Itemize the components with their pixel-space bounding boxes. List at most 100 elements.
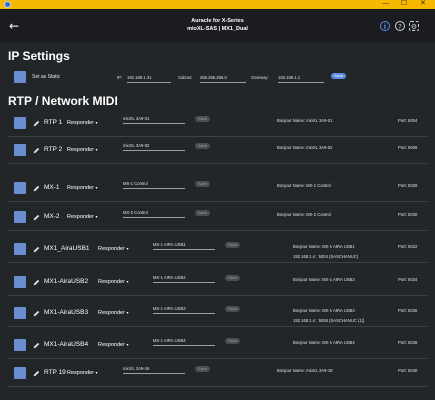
mode-value: Responder [67, 120, 94, 126]
rtp-enable-checkbox[interactable] [14, 117, 26, 129]
rtp-section-title: RTP / Network MIDI [8, 94, 118, 108]
session-save-button[interactable]: Save [225, 242, 241, 248]
bonjour-name: Bonjour Name: MX-1 AIRA USB2 [293, 277, 355, 282]
session-save-button[interactable]: Save [195, 366, 211, 372]
session-save-button[interactable]: Save [225, 338, 241, 344]
rtp-session-name: MX1-AiraUSB2 [44, 278, 89, 285]
port-number: Port: 5038 [398, 340, 418, 345]
rtp-enable-checkbox[interactable] [14, 211, 26, 223]
ip-label: IP: [117, 75, 123, 80]
gear-icon[interactable]: ⚙ [409, 21, 419, 31]
rtp-enable-checkbox[interactable] [14, 182, 26, 194]
app-header: ← Auracle for X-Series mioXL-SAS | MX1_D… [0, 9, 435, 43]
mode-value: Responder [67, 185, 94, 191]
row-divider [8, 163, 427, 164]
session-save-button[interactable]: Save [195, 116, 211, 122]
mode-dropdown[interactable]: Responder ▾ [98, 279, 128, 285]
chevron-down-icon: ▾ [95, 185, 98, 190]
rtp-enable-checkbox[interactable] [14, 339, 26, 351]
mode-value: Responder [67, 214, 94, 220]
row-divider [8, 358, 427, 359]
mode-dropdown[interactable]: Responder ▾ [98, 310, 128, 316]
device-subtitle: mioXL-SAS | MX1_Dual [187, 26, 248, 32]
mode-dropdown[interactable]: Responder ▾ [67, 214, 97, 220]
subnet-input[interactable]: 255.255.255.0 [200, 75, 227, 80]
port-number: Port: 5030 [398, 212, 418, 217]
bonjour-name: Bonjour Name: MX-1 AIRA USB1 [293, 244, 355, 249]
chevron-down-icon: ▾ [95, 147, 98, 152]
close-button[interactable]: ✕ [420, 0, 426, 7]
port-number: Port: 5006 [398, 145, 418, 150]
rtp-session-name: MX-2 [44, 213, 60, 220]
pencil-icon[interactable] [33, 279, 40, 286]
chevron-down-icon: ▾ [126, 246, 129, 251]
app-icon [4, 1, 11, 8]
rtp-session-name: RTP 19 [44, 369, 66, 376]
session-save-button[interactable]: Save [225, 275, 241, 281]
pencil-icon[interactable] [33, 310, 40, 317]
chevron-down-icon: ▾ [95, 214, 98, 219]
session-name-input[interactable]: MX-1 Control [123, 181, 148, 186]
mode-dropdown[interactable]: Responder ▾ [67, 120, 97, 126]
rtp-session-name: RTP 1 [44, 119, 63, 126]
port-number: Port: 5040 [398, 368, 418, 373]
bonjour-name: Bonjour Name: MX-1 Control [277, 183, 331, 188]
pencil-icon[interactable] [33, 185, 40, 192]
bonjour-name: Bonjour Name: MX-1 AIRA USB4 [293, 340, 355, 345]
connected-peer: 192.168.1.4 : 5006 (SASCHANUC (1)) [293, 318, 365, 323]
session-name-input[interactable]: mioXL 3A9-19 [123, 366, 149, 371]
mode-dropdown[interactable]: Responder ▾ [98, 342, 128, 348]
session-save-button[interactable]: Save [225, 306, 241, 312]
pencil-icon[interactable] [33, 147, 40, 154]
session-name-input[interactable]: mioXL 3A9-01 [123, 116, 149, 121]
port-number: Port: 5004 [398, 118, 418, 123]
mode-dropdown[interactable]: Responder ▾ [67, 185, 97, 191]
gateway-underline [278, 82, 324, 83]
session-underline [123, 150, 185, 151]
content-area: IP Settings Set as Static IP: 192.168.1.… [0, 43, 435, 400]
bonjour-name: Bonjour Name: mioXL 3A9-01 [277, 118, 333, 123]
maximize-button[interactable]: ☐ [401, 0, 407, 7]
pencil-icon[interactable] [33, 214, 40, 221]
pencil-icon[interactable] [33, 370, 40, 377]
minimize-button[interactable]: — [382, 0, 389, 7]
session-name-input[interactable]: MX-2 Control [123, 210, 148, 215]
mode-dropdown[interactable]: Responder ▾ [98, 246, 128, 252]
rtp-enable-checkbox[interactable] [14, 243, 26, 255]
port-number: Port: 5034 [398, 277, 418, 282]
subnet-underline [200, 82, 246, 83]
info-icon[interactable]: i [380, 21, 390, 31]
rtp-enable-checkbox[interactable] [14, 276, 26, 288]
rtp-session-name: MX1-AiraUSB4 [44, 341, 89, 348]
gateway-input[interactable]: 192.168.1.1 [278, 75, 300, 80]
session-save-button[interactable]: Save [195, 143, 211, 149]
session-save-button[interactable]: Save [195, 181, 211, 187]
session-name-input[interactable]: MX-1 AIRA USB4 [153, 338, 186, 343]
mode-dropdown[interactable]: Responder ▾ [67, 370, 97, 376]
rtp-enable-checkbox[interactable] [14, 307, 26, 319]
ip-save-button[interactable]: Save [331, 73, 347, 79]
ip-input[interactable]: 192.168.1.31 [127, 75, 151, 80]
session-name-input[interactable]: mioXL 3A9-02 [123, 143, 149, 148]
bonjour-name: Bonjour Name: mioXL 3A9-19 [277, 368, 333, 373]
mode-value: Responder [98, 342, 125, 348]
static-ip-checkbox[interactable] [14, 71, 26, 83]
session-name-input[interactable]: MX-1 AIRA USB1 [153, 242, 186, 247]
rtp-enable-checkbox[interactable] [14, 367, 26, 379]
mode-dropdown[interactable]: Responder ▾ [67, 147, 97, 153]
mode-value: Responder [98, 279, 125, 285]
session-name-input[interactable]: MX-1 AIRA USB3 [153, 306, 186, 311]
session-save-button[interactable]: Save [195, 210, 211, 216]
port-number: Port: 5028 [398, 183, 418, 188]
rtp-enable-checkbox[interactable] [14, 144, 26, 156]
pencil-icon[interactable] [33, 120, 40, 127]
pencil-icon[interactable] [33, 342, 40, 349]
row-divider [8, 386, 427, 387]
session-underline [153, 313, 215, 314]
mode-value: Responder [67, 370, 94, 376]
pencil-icon[interactable] [33, 246, 40, 253]
window-titlebar: — ☐ ✕ [0, 0, 435, 9]
chevron-down-icon: ▾ [126, 310, 129, 315]
help-icon[interactable]: ? [395, 21, 405, 31]
session-name-input[interactable]: MX-1 AIRA USB2 [153, 275, 186, 280]
